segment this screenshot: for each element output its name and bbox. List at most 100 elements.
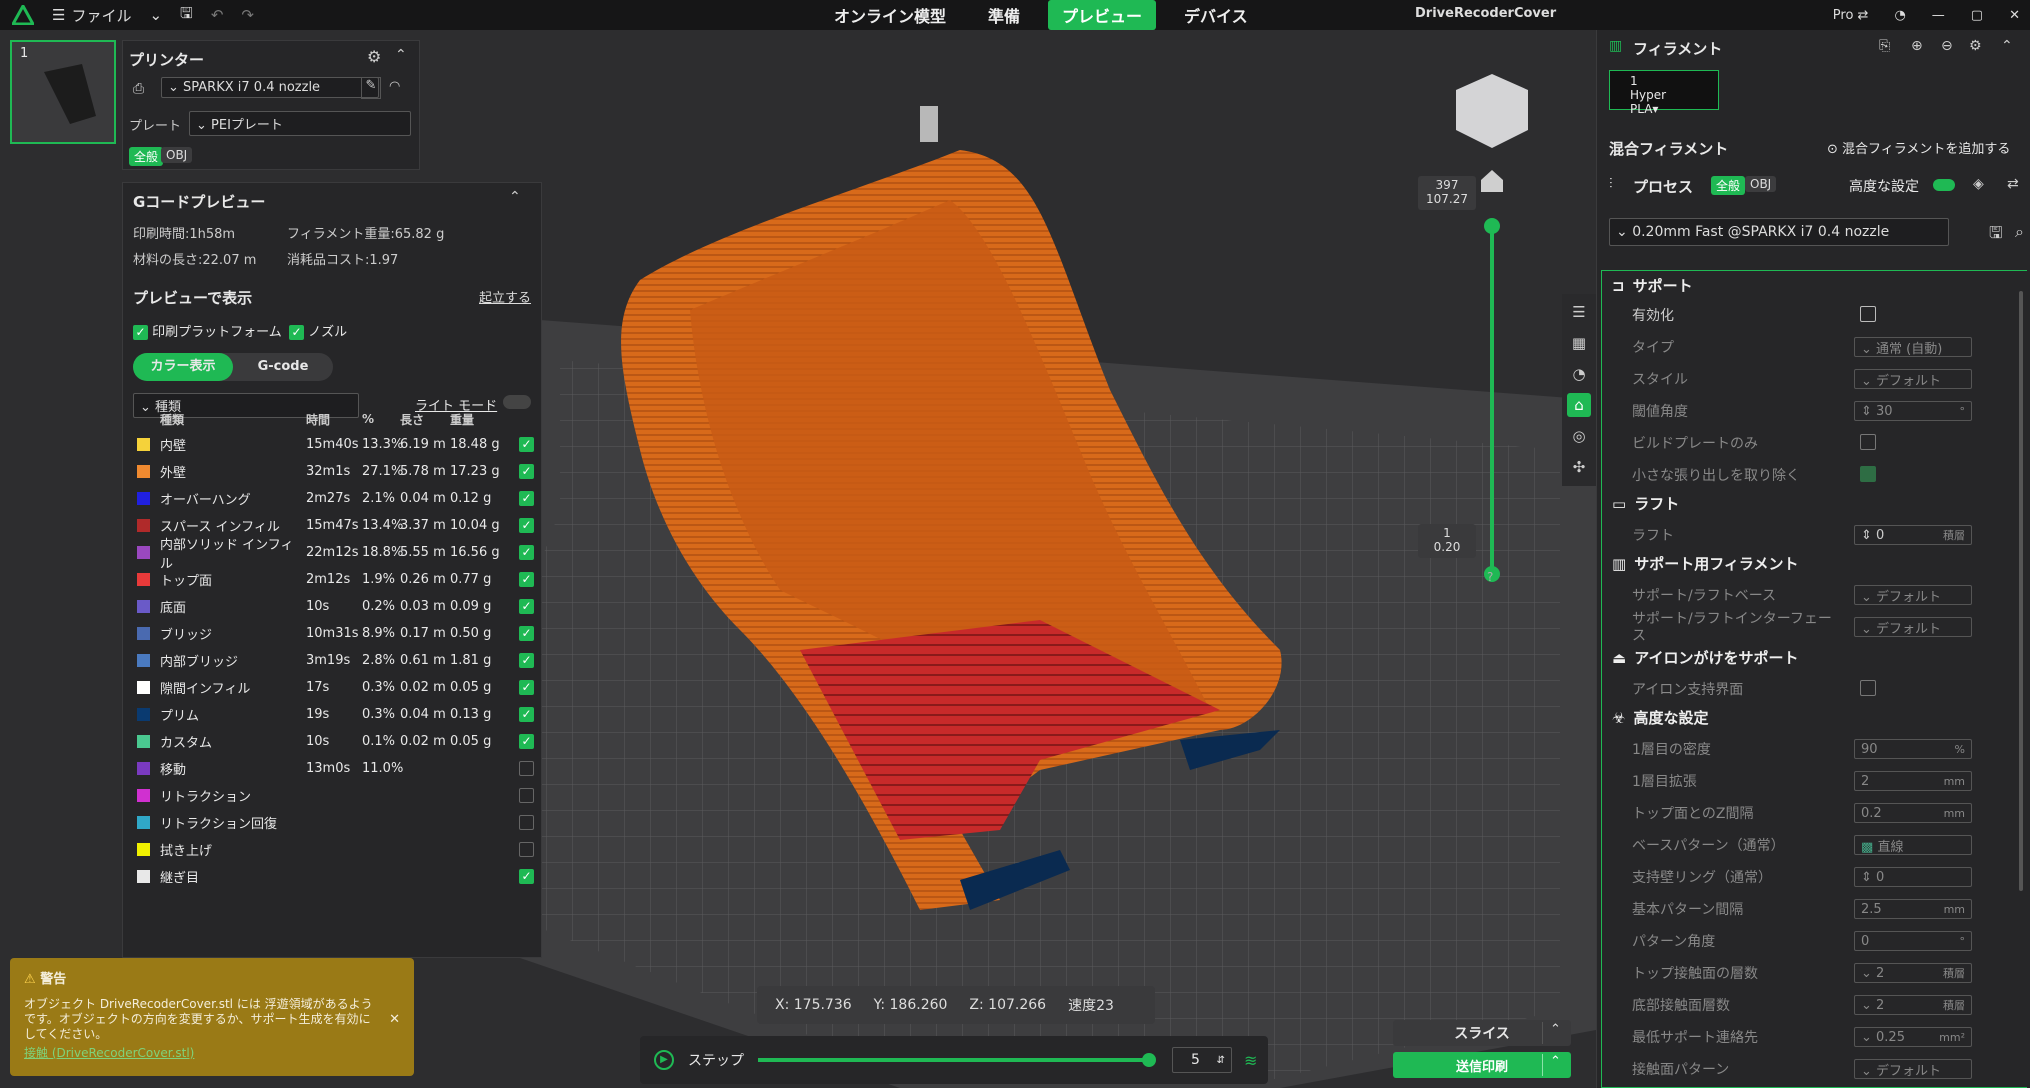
printer-select[interactable]: ⌄ SPARKX i7 0.4 nozzle (161, 77, 379, 98)
remove-filament-icon[interactable]: ⊖ (1941, 38, 1953, 54)
support-icon[interactable]: ◔ (1894, 8, 1905, 23)
feature-visibility-checkbox[interactable] (519, 545, 534, 560)
tab-prepare[interactable]: 準備 (974, 0, 1034, 30)
file-menu[interactable]: ☰ ファイル (52, 5, 131, 26)
legend-icon[interactable]: ☰ (1567, 300, 1591, 324)
feature-visibility-checkbox[interactable] (519, 869, 534, 884)
first-density-input[interactable]: 90% (1854, 739, 1972, 759)
wall-loops-input[interactable]: ⇕ 0 (1854, 867, 1972, 887)
base-pattern-select[interactable]: ▩ 直線 (1854, 835, 1972, 855)
color-view-button[interactable]: カラー表示 (133, 353, 233, 381)
plate-select[interactable]: ⌄ PEIプレート (189, 111, 411, 136)
type-select[interactable]: ⌄ 通常 (自動) (1854, 337, 1972, 357)
gcode-view-button[interactable]: G-code (233, 353, 333, 381)
slice-options-icon[interactable]: ⌃ (1542, 1022, 1568, 1044)
feature-visibility-checkbox[interactable] (519, 437, 534, 452)
min-area-input[interactable]: ⌄ 0.25 mm² (1854, 1027, 1972, 1047)
assembly-icon[interactable]: ✣ (1567, 455, 1591, 479)
feature-visibility-checkbox[interactable] (519, 734, 534, 749)
feature-visibility-checkbox[interactable] (519, 491, 534, 506)
layer-stack-icon[interactable]: ≋ (1244, 1051, 1257, 1070)
undo-icon[interactable]: ↶ (211, 6, 224, 24)
layer-help-button[interactable]: ? (1487, 570, 1493, 584)
chevron-down-icon[interactable]: ⌄ (149, 6, 162, 24)
minimize-icon[interactable]: — (1932, 8, 1945, 23)
feature-visibility-checkbox[interactable] (519, 761, 534, 776)
feature-visibility-checkbox[interactable] (519, 653, 534, 668)
process-preset-select[interactable]: ⌄ 0.20mm Fast @SPARKX i7 0.4 nozzle (1609, 218, 1949, 246)
expand-icon[interactable]: ⌃ (2001, 38, 2013, 54)
close-icon[interactable]: ✕ (389, 1012, 400, 1027)
feature-visibility-checkbox[interactable] (519, 572, 534, 587)
collapse-icon[interactable]: ⌃ (395, 47, 407, 63)
wifi-icon[interactable]: ◠ (389, 79, 400, 94)
feature-visibility-checkbox[interactable] (519, 680, 534, 695)
filament-slot[interactable]: 1 Hyper PLA▾ (1609, 70, 1719, 116)
first-expand-input[interactable]: 2 mm (1854, 771, 1972, 791)
tab-preview[interactable]: プレビュー (1048, 0, 1157, 30)
feature-visibility-checkbox[interactable] (519, 707, 534, 722)
maximize-icon[interactable]: ▢ (1971, 8, 1983, 23)
nozzle-toggle[interactable]: ノズル (289, 321, 347, 340)
switch-icon[interactable]: ⇄ (2007, 176, 2019, 192)
search-icon[interactable]: ⌕ (2015, 222, 2024, 242)
add-filament-icon[interactable]: ⊕ (1911, 38, 1923, 54)
top-interface-layers-input[interactable]: ⌄ 2 積層 (1854, 963, 1972, 983)
edit-printer-icon[interactable]: ✎ (361, 77, 381, 99)
support-paint-icon[interactable]: ⌂ (1567, 393, 1591, 417)
style-select[interactable]: ⌄ デフォルト (1854, 369, 1972, 389)
remove-small-checkbox[interactable] (1860, 466, 1876, 482)
feature-visibility-checkbox[interactable] (519, 626, 534, 641)
interface-pattern-select[interactable]: ⌄ デフォルト (1854, 1059, 1972, 1079)
light-mode-toggle[interactable] (503, 395, 531, 409)
close-icon[interactable]: ✕ (2009, 8, 2020, 23)
settings-gear-icon[interactable]: ⚙ (367, 47, 381, 66)
bottom-interface-layers-input[interactable]: ⌄ 2 積層 (1854, 995, 1972, 1015)
feature-visibility-checkbox[interactable] (519, 518, 534, 533)
layers-icon[interactable]: ▦ (1567, 331, 1591, 355)
pattern-angle-input[interactable]: 0 ° (1854, 931, 1972, 951)
nozzle-checkbox[interactable] (289, 325, 304, 340)
interface-filament-select[interactable]: ⌄ デフォルト (1854, 617, 1972, 637)
pro-toggle[interactable]: Pro ⇄ (1833, 8, 1869, 23)
tab-device[interactable]: デバイス (1170, 0, 1262, 30)
seam-icon[interactable]: ◎ (1567, 424, 1591, 448)
speed-icon[interactable]: ◔ (1567, 362, 1591, 386)
settings-scrollbar[interactable] (2019, 291, 2023, 891)
add-mixed-button[interactable]: ⊙ 混合フィラメントを追加する (1827, 138, 2010, 157)
step-input[interactable]: 5 ⇵ (1172, 1047, 1232, 1073)
ironing-interface-checkbox[interactable] (1860, 680, 1876, 696)
send-options-icon[interactable]: ⌃ (1542, 1054, 1568, 1076)
platform-toggle[interactable]: 印刷プラットフォーム (133, 321, 282, 340)
threshold-input[interactable]: ⇕ 30 ° (1854, 401, 1972, 421)
layer-slider-top-handle[interactable] (1484, 218, 1500, 234)
feature-visibility-checkbox[interactable] (519, 788, 534, 803)
compare-icon[interactable]: ◈ (1973, 176, 1984, 192)
redo-icon[interactable]: ↷ (241, 6, 254, 24)
save-icon[interactable]: 🖫 (180, 3, 193, 28)
top-z-input[interactable]: 0.2 mm (1854, 803, 1972, 823)
enable-support-checkbox[interactable] (1860, 306, 1876, 322)
filament-sync-icon[interactable]: ⎘ (1879, 38, 1890, 54)
spin-icon[interactable]: ⇵ (1217, 1055, 1225, 1066)
base-filament-select[interactable]: ⌄ デフォルト (1854, 585, 1972, 605)
collapse-icon[interactable]: ⌃ (509, 189, 521, 205)
stand-up-link[interactable]: 起立する (479, 287, 531, 306)
platform-checkbox[interactable] (133, 325, 148, 340)
raft-input[interactable]: ⇕ 0 積層 (1854, 525, 1972, 545)
tab-online-models[interactable]: オンライン模型 (820, 0, 960, 30)
filament-settings-icon[interactable]: ⚙ (1969, 38, 1982, 54)
feature-visibility-checkbox[interactable] (519, 842, 534, 857)
step-slider[interactable] (758, 1053, 1156, 1067)
step-slider-handle[interactable] (1142, 1053, 1156, 1067)
play-icon[interactable]: ▶ (654, 1050, 674, 1070)
feature-visibility-checkbox[interactable] (519, 815, 534, 830)
build-plate-only-checkbox[interactable] (1860, 434, 1876, 450)
process-obj-button[interactable]: OBJ (1745, 176, 1777, 192)
warning-link[interactable]: 接触 (DriveRecoderCover.stl) (24, 1044, 400, 1061)
layer-slider-track[interactable] (1490, 226, 1494, 574)
plate-thumbnail[interactable]: 1 (10, 40, 116, 144)
feature-visibility-checkbox[interactable] (519, 599, 534, 614)
scope-all-button[interactable]: 全般 (129, 147, 164, 166)
process-all-button[interactable]: 全般 (1711, 176, 1746, 195)
